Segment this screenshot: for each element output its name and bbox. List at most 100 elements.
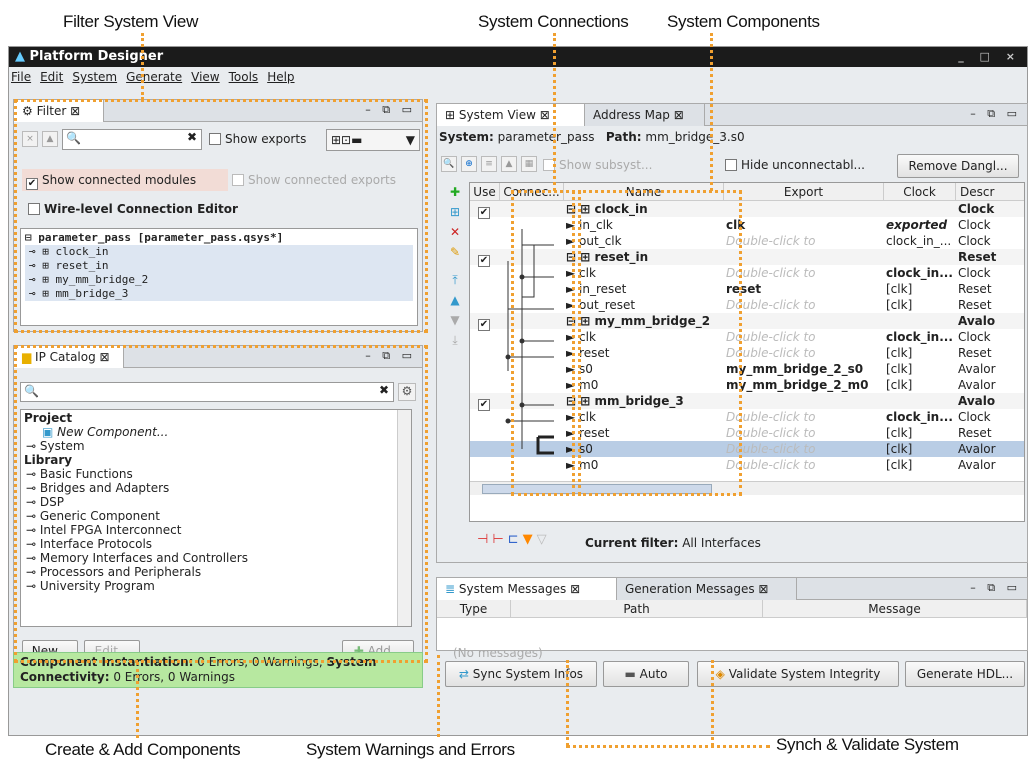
zoom-out-icon[interactable]: 🔍 [441, 156, 457, 172]
tree-project[interactable]: Project [24, 411, 408, 425]
filter-in-icon[interactable]: ⊣ [477, 532, 492, 547]
library-item[interactable]: ⊸ Bridges and Adapters [24, 481, 408, 495]
move-top-icon[interactable]: ⤒ [447, 272, 463, 288]
move-up-icon[interactable]: ▲ [447, 292, 463, 308]
remove-icon[interactable]: ✕ [447, 224, 463, 240]
show-connected-modules-checkbox[interactable]: ✔ Show connected modules [22, 169, 228, 191]
ip-search-input[interactable]: 🔍 ✖ [20, 382, 394, 402]
col-export[interactable]: Export [724, 183, 884, 201]
msg-col-message[interactable]: Message [763, 600, 1027, 618]
add-icon[interactable]: ✚ [447, 184, 463, 200]
library-item[interactable]: ⊸ Generic Component [24, 509, 408, 523]
tree-item-mm-bridge-3[interactable]: ⊸ ⊞ mm_bridge_3 [25, 287, 413, 301]
tree-system[interactable]: ⊸ System [24, 439, 408, 453]
menu-file[interactable]: File [11, 70, 31, 84]
tree-root[interactable]: ⊟ parameter_pass [parameter_pass.qsys*] [25, 231, 413, 245]
zoom-in-icon[interactable]: ⊕ [461, 156, 477, 172]
library-item[interactable]: ⊸ Intel FPGA Interconnect [24, 523, 408, 537]
validate-system-button[interactable]: ◈ Validate System Integrity [697, 661, 899, 687]
menu-view[interactable]: View [191, 70, 219, 84]
auto-button[interactable]: ▬ Auto [603, 661, 689, 687]
library-item[interactable]: ⊸ Interface Protocols [24, 537, 408, 551]
interface-row[interactable]: ► in_clk clk exported Clock [470, 217, 1024, 233]
clear-icon[interactable]: × [22, 131, 38, 147]
tab-system-messages[interactable]: ≣ System Messages ⊠ [437, 578, 617, 600]
interface-row[interactable]: ► out_clk Double-click to clock_in_... Cloc… [470, 233, 1024, 249]
add-connection-icon[interactable]: ⊞ [447, 204, 463, 220]
component-row[interactable]: ✔ ⊟ ⊞ reset_in Reset [470, 249, 1024, 267]
col-description[interactable]: Descr [956, 183, 1024, 201]
filter-out-icon[interactable]: ⊢ [492, 532, 507, 547]
interface-row[interactable]: ► s0 Double-click to [clk] Avalor [470, 441, 1024, 457]
up-icon[interactable]: ▲ [501, 156, 517, 172]
interface-row[interactable]: ► clk Double-click to clock_in... Clock [470, 329, 1024, 345]
show-connected-exports-checkbox[interactable]: Show connected exports [232, 173, 396, 187]
col-name[interactable]: Name [564, 183, 724, 201]
interface-row[interactable]: ► in_reset reset [clk] Reset [470, 281, 1024, 297]
msg-col-path[interactable]: Path [511, 600, 763, 618]
menu-system[interactable]: System [72, 70, 117, 84]
wire-level-checkbox[interactable]: Wire-level Connection Editor [28, 202, 238, 216]
tree-item-reset-in[interactable]: ⊸ ⊞ reset_in [25, 259, 413, 273]
col-clock[interactable]: Clock [884, 183, 956, 201]
interface-row[interactable]: ► m0 Double-click to [clk] Avalor [470, 457, 1024, 473]
interface-row[interactable]: ► clk Double-click to clock_in... Clock [470, 265, 1024, 281]
component-row[interactable]: ✔ ⊟ ⊞ clock_in Clock [470, 201, 1024, 219]
tab-generation-messages[interactable]: Generation Messages ⊠ [617, 578, 797, 600]
tree-library[interactable]: Library [24, 453, 408, 467]
funnel-icon[interactable]: ▼ [523, 532, 537, 547]
library-item[interactable]: ⊸ Basic Functions [24, 467, 408, 481]
show-exports-checkbox[interactable]: Show exports [209, 132, 306, 146]
interface-row[interactable]: ► clk Double-click to clock_in... Clock [470, 409, 1024, 425]
tree-scrollbar[interactable] [397, 410, 411, 626]
show-subsystems-checkbox[interactable]: Show subsyst... [543, 158, 652, 172]
hide-unconnectable-checkbox[interactable]: Hide unconnectabl... [725, 158, 865, 172]
panel-window-controls[interactable]: – ⧉ ▭ [365, 103, 416, 117]
library-item[interactable]: ⊸ Processors and Peripherals [24, 565, 408, 579]
col-use[interactable]: Use [470, 183, 500, 201]
tab-ip-catalog[interactable]: ▆ IP Catalog ⊠ [14, 346, 124, 368]
clear-search-icon[interactable]: ✖ [187, 130, 197, 144]
component-row[interactable]: ✔ ⊟ ⊞ my_mm_bridge_2 Avalo [470, 313, 1024, 331]
component-row[interactable]: ✔ ⊟ ⊞ mm_bridge_3 Avalo [470, 393, 1024, 411]
tree-new-component[interactable]: ▣ New Component... [24, 425, 408, 439]
msg-col-type[interactable]: Type [437, 600, 511, 618]
tab-filter[interactable]: ⚙ Filter ⊠ [14, 100, 104, 122]
window-controls[interactable]: _ □ × [958, 47, 1021, 67]
clear-funnel-icon[interactable]: ▽ [537, 532, 551, 547]
settings-gear-icon[interactable]: ⚙ [398, 383, 416, 401]
library-item[interactable]: ⊸ Memory Interfaces and Controllers [24, 551, 408, 565]
library-item[interactable]: ⊸ University Program [24, 579, 408, 593]
generate-hdl-button[interactable]: Generate HDL... [905, 661, 1025, 687]
interface-row[interactable]: ► reset Double-click to [clk] Reset [470, 425, 1024, 441]
hierarchy-icon[interactable]: ▦ [521, 156, 537, 172]
interface-row[interactable]: ► reset Double-click to [clk] Reset [470, 345, 1024, 361]
tab-system-view[interactable]: ⊞ System View ⊠ [437, 104, 585, 126]
menu-generate[interactable]: Generate [126, 70, 182, 84]
interface-row[interactable]: ► m0 my_mm_bridge_2_m0 [clk] Avalor [470, 377, 1024, 393]
menu-edit[interactable]: Edit [40, 70, 63, 84]
collapse-icon[interactable]: ≡ [481, 156, 497, 172]
up-icon[interactable]: ▲ [42, 131, 58, 147]
filter-box-icon[interactable]: ⊏ [508, 532, 523, 547]
remove-dangling-button[interactable]: Remove Dangl... [897, 154, 1019, 178]
move-down-icon[interactable]: ▼ [447, 312, 463, 328]
edit-icon[interactable]: ✎ [447, 244, 463, 260]
filter-tool-icons[interactable]: ⊣⊢⊏▼▽ [477, 532, 551, 547]
filter-mode-dropdown[interactable]: ⊞⊡▬ ▼ [326, 129, 420, 151]
interface-row[interactable]: ► s0 my_mm_bridge_2_s0 [clk] Avalor [470, 361, 1024, 377]
tab-address-map[interactable]: Address Map ⊠ [585, 104, 705, 126]
panel-window-controls[interactable]: – ⧉ ▭ [970, 107, 1021, 121]
move-bottom-icon[interactable]: ⤓ [447, 332, 463, 348]
library-item[interactable]: ⊸ DSP [24, 495, 408, 509]
panel-window-controls[interactable]: – ⧉ ▭ [365, 349, 416, 363]
clear-search-icon[interactable]: ✖ [379, 383, 389, 397]
interface-row[interactable]: ► out_reset Double-click to [clk] Reset [470, 297, 1024, 313]
tree-item-my-mm-bridge-2[interactable]: ⊸ ⊞ my_mm_bridge_2 [25, 273, 413, 287]
tree-item-clock-in[interactable]: ⊸ ⊞ clock_in [25, 245, 413, 259]
horizontal-scrollbar[interactable] [470, 481, 1024, 495]
filter-search-input[interactable]: 🔍 ✖ [62, 129, 202, 150]
sync-system-infos-button[interactable]: ⇄ Sync System Infos [445, 661, 597, 687]
panel-window-controls[interactable]: – ⧉ ▭ [970, 581, 1021, 595]
menu-tools[interactable]: Tools [229, 70, 259, 84]
